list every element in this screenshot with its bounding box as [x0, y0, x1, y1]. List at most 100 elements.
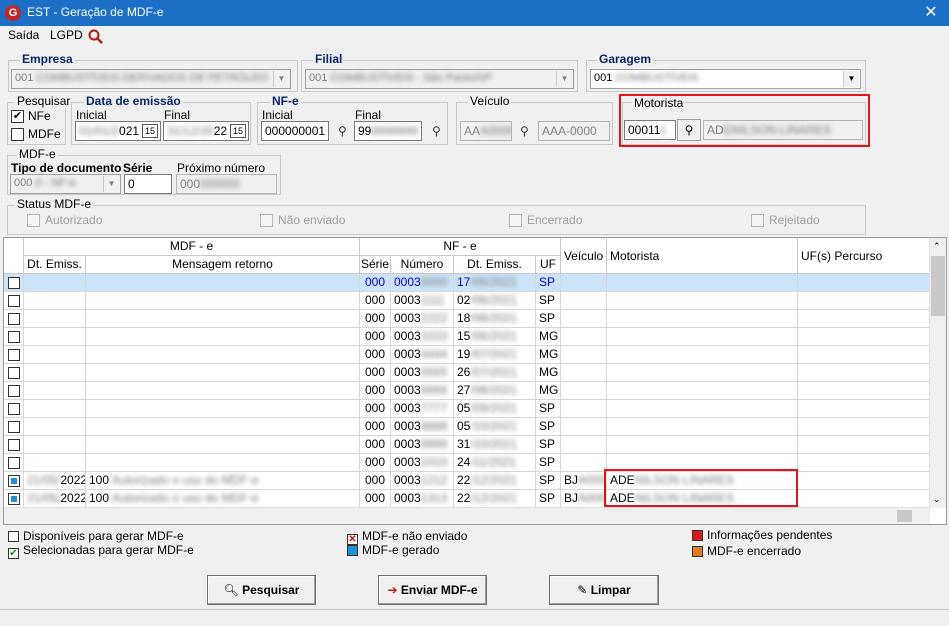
scroll-down-icon[interactable]: ⌄	[933, 494, 941, 505]
table-row[interactable]: 000 00034444 19/07/2021 MG	[4, 346, 930, 364]
horizontal-scrollbar[interactable]	[4, 507, 930, 524]
cell-uf: MG	[536, 364, 561, 382]
menu-bar: Saída LGPD	[0, 26, 949, 46]
table-row[interactable]: 000 00038888 05/10/2021 SP	[4, 418, 930, 436]
nfe-final-input[interactable]: 999999999	[354, 121, 422, 141]
group-header-nfe: NF - e	[360, 238, 561, 256]
garagem-label: Garagem	[597, 52, 654, 66]
row-checkbox[interactable]	[8, 331, 20, 343]
cell-dt-nfe: 19/07/2021	[454, 346, 536, 364]
nfe-checkbox[interactable]: ✔	[11, 110, 24, 123]
row-checkbox[interactable]	[8, 277, 20, 289]
cell-serie: 000	[360, 292, 391, 310]
cell-mensagem: 100 Autorizado o uso do MDF-e	[86, 490, 360, 508]
col-header-dt-emiss-mdfe[interactable]: Dt. Emiss.	[24, 256, 86, 274]
motorista-highlight-box	[619, 94, 870, 147]
table-row[interactable]: 000 00030000 17/05/2021 SP	[4, 274, 930, 292]
cell-mensagem	[86, 382, 360, 400]
hscroll-thumb[interactable]	[897, 510, 912, 522]
limpar-button[interactable]: ✎ Limpar	[549, 575, 659, 605]
menu-item-saida[interactable]: Saída	[8, 28, 39, 42]
cell-ufs-percurso	[798, 400, 930, 418]
cell-serie: 000	[360, 400, 391, 418]
cell-motorista	[607, 328, 798, 346]
veiculo-plate-input[interactable]: AAA0000	[460, 121, 512, 141]
row-checkbox[interactable]	[8, 439, 20, 451]
scroll-thumb[interactable]	[931, 256, 945, 316]
pesquisar-button[interactable]: 🔍︎ Pesquisar	[207, 575, 316, 605]
nao-enviado-checkbox[interactable]	[260, 214, 273, 227]
cell-mensagem: 100 Autorizado o uso do MDF-e	[86, 472, 360, 490]
row-checkbox[interactable]	[8, 457, 20, 469]
row-checkbox[interactable]	[8, 349, 20, 361]
cell-uf: MG	[536, 346, 561, 364]
table-row[interactable]: 000 00033333 15/06/2021 MG	[4, 328, 930, 346]
search-icon[interactable]	[88, 29, 103, 44]
binoculars-icon[interactable]: ⚲	[432, 124, 441, 138]
calendar-icon[interactable]: 15	[230, 124, 246, 138]
table-row[interactable]: 000 00035555 26/07/2021 MG	[4, 364, 930, 382]
nfe-checkbox-label: NFe	[28, 109, 51, 123]
cell-veiculo	[561, 400, 607, 418]
col-header-dt-emiss-nfe[interactable]: Dt. Emiss.	[454, 256, 536, 274]
col-header-motorista[interactable]: Motorista	[607, 238, 798, 274]
row-checkbox[interactable]	[8, 493, 20, 505]
col-header-veiculo[interactable]: Veículo	[561, 238, 607, 274]
table-row[interactable]: 000 00036666 27/08/2021 MG	[4, 382, 930, 400]
cell-mensagem	[86, 292, 360, 310]
tipo-documento-select[interactable]: 000 0 - NF-e ▼	[10, 174, 121, 194]
app-logo-icon: G	[5, 5, 21, 21]
status-bar	[0, 609, 949, 626]
autorizado-checkbox[interactable]	[27, 214, 40, 227]
garagem-select[interactable]: 001 COMBUSTÍVEIS ▼	[590, 69, 861, 89]
cell-serie: 000	[360, 328, 391, 346]
mdfe-checkbox[interactable]	[11, 128, 24, 141]
row-checkbox[interactable]	[8, 403, 20, 415]
table-row[interactable]: 000 00032222 18/06/2021 SP	[4, 310, 930, 328]
vertical-scrollbar[interactable]: ⌃ ⌄	[929, 238, 946, 508]
cell-uf: MG	[536, 382, 561, 400]
row-checkbox[interactable]	[8, 367, 20, 379]
menu-item-lgpd[interactable]: LGPD	[50, 28, 83, 42]
empresa-select[interactable]: 001 COMBUSTÍVEIS DERIVADOS DE PETRÓLEO ▼	[11, 69, 291, 89]
col-header-mensagem[interactable]: Mensagem retorno	[86, 256, 360, 274]
row-checkbox[interactable]	[8, 475, 20, 487]
cell-ufs-percurso	[798, 472, 930, 490]
cell-select	[4, 364, 24, 382]
row-checkbox[interactable]	[8, 295, 20, 307]
binoculars-icon[interactable]: ⚲	[520, 124, 529, 138]
calendar-icon[interactable]: 15	[142, 124, 158, 138]
cell-dt-nfe: 17/05/2021	[454, 274, 536, 292]
title-bar: G EST - Geração de MDF-e ✕	[0, 0, 949, 26]
cell-veiculo	[561, 346, 607, 364]
table-row[interactable]: 000 00039999 31/10/2021 SP	[4, 436, 930, 454]
encerrado-checkbox[interactable]	[509, 214, 522, 227]
scroll-up-icon[interactable]: ⌃	[933, 241, 941, 252]
cell-mensagem	[86, 328, 360, 346]
cell-numero: 00038888	[391, 418, 454, 436]
table-row[interactable]: 000 00031111 02/06/2021 SP	[4, 292, 930, 310]
binoculars-icon[interactable]: ⚲	[338, 124, 347, 138]
data-emissao-label: Data de emissão	[84, 94, 183, 108]
encerrado-label: Encerrado	[527, 213, 583, 227]
enviar-mdfe-button[interactable]: ➔ Enviar MDF-e	[378, 575, 487, 605]
cell-motorista	[607, 418, 798, 436]
cell-mensagem	[86, 346, 360, 364]
cell-select	[4, 328, 24, 346]
row-checkbox[interactable]	[8, 421, 20, 433]
col-header-ufs-percurso[interactable]: UF(s) Percurso	[798, 238, 930, 274]
serie-input[interactable]: 0	[124, 174, 172, 194]
rejeitado-checkbox[interactable]	[751, 214, 764, 227]
table-row[interactable]: 000 00037777 05/09/2021 SP	[4, 400, 930, 418]
filial-select[interactable]: 001 COMBUSTÍVEIS - São Paulo/SP ▼	[305, 69, 574, 89]
col-header-uf[interactable]: UF	[536, 256, 561, 274]
cell-numero: 00033333	[391, 328, 454, 346]
col-header-serie[interactable]: Série	[360, 256, 391, 274]
row-checkbox[interactable]	[8, 385, 20, 397]
tipo-documento-label: Tipo de documento	[11, 161, 122, 175]
close-icon[interactable]: ✕	[919, 2, 943, 24]
col-header-numero[interactable]: Número	[391, 256, 454, 274]
cell-select	[4, 472, 24, 490]
nfe-inicial-input[interactable]: 000000001	[261, 121, 329, 141]
row-checkbox[interactable]	[8, 313, 20, 325]
